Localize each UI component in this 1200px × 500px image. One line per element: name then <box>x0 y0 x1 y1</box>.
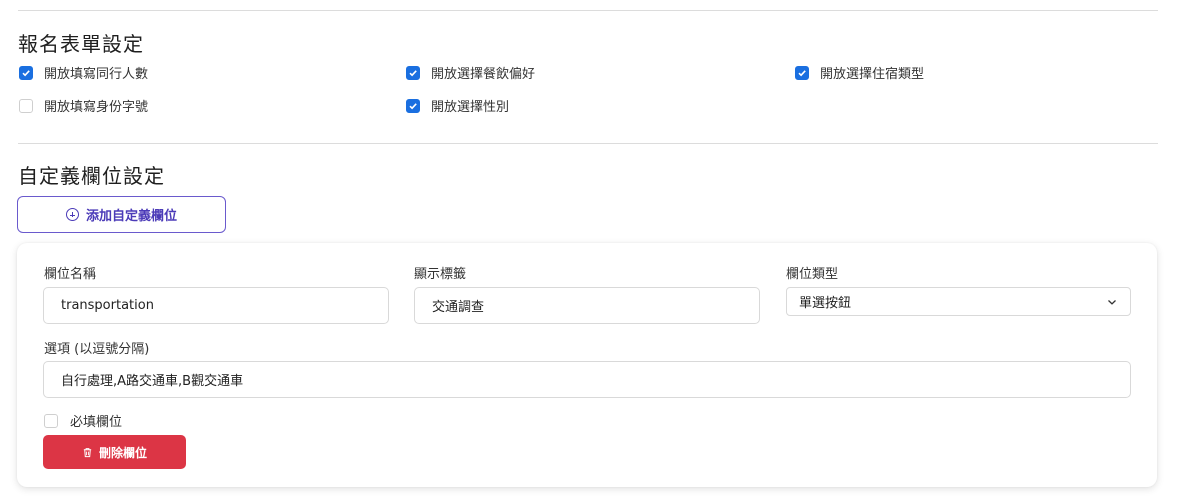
option-label: 開放填寫身份字號 <box>44 100 149 115</box>
option-label: 開放選擇住宿類型 <box>820 67 925 82</box>
delete-field-label: 刪除欄位 <box>98 445 147 460</box>
checkbox-unchecked-icon[interactable] <box>19 98 33 113</box>
checkbox-unchecked-icon[interactable] <box>44 413 58 428</box>
field-name-input[interactable]: transportation <box>43 287 389 324</box>
checkbox-checked-icon[interactable] <box>406 65 420 80</box>
option-label: 開放選擇性別 <box>431 100 510 115</box>
chevron-down-icon <box>1108 299 1116 305</box>
add-custom-field-button[interactable]: 添加自定義欄位 <box>17 196 226 233</box>
option-label: 開放選擇餐飲偏好 <box>431 67 536 82</box>
custom-fields-title: 自定義欄位設定 <box>18 164 165 188</box>
required-field-label: 必填欄位 <box>70 415 123 430</box>
checkbox-checked-icon[interactable] <box>19 65 33 80</box>
field-type-label: 欄位類型 <box>786 267 839 282</box>
field-type-select[interactable]: 單選按鈕 <box>786 287 1131 316</box>
checkbox-checked-icon[interactable] <box>406 98 420 113</box>
field-name-label: 欄位名稱 <box>44 267 97 282</box>
section-divider <box>18 143 1158 144</box>
option-accommodation-type[interactable]: 開放選擇住宿類型 <box>795 63 924 82</box>
option-meal-preference[interactable]: 開放選擇餐飲偏好 <box>406 63 535 82</box>
option-label: 開放填寫同行人數 <box>44 67 149 82</box>
display-label-input[interactable]: 交通調查 <box>414 287 760 324</box>
top-divider <box>18 10 1158 11</box>
field-type-value: 單選按鈕 <box>799 296 852 311</box>
option-companion-count[interactable]: 開放填寫同行人數 <box>19 63 148 82</box>
option-gender[interactable]: 開放選擇性別 <box>406 96 509 115</box>
options-input[interactable]: 自行處理,A路交通車,B觀交通車 <box>43 361 1131 398</box>
registration-form-title: 報名表單設定 <box>18 32 144 56</box>
custom-field-card: 欄位名稱 transportation 顯示標籤 交通調查 欄位類型 單選按鈕 … <box>17 243 1157 487</box>
required-field-option[interactable]: 必填欄位 <box>44 411 122 430</box>
options-label: 選項 (以逗號分隔) <box>44 342 150 357</box>
option-id-number[interactable]: 開放填寫身份字號 <box>19 96 148 115</box>
plus-circle-icon <box>65 208 79 221</box>
checkbox-checked-icon[interactable] <box>795 65 809 80</box>
trash-icon <box>83 447 92 457</box>
add-custom-field-label: 添加自定義欄位 <box>85 209 177 224</box>
display-label-label: 顯示標籤 <box>414 267 467 282</box>
delete-field-button[interactable]: 刪除欄位 <box>43 435 186 469</box>
